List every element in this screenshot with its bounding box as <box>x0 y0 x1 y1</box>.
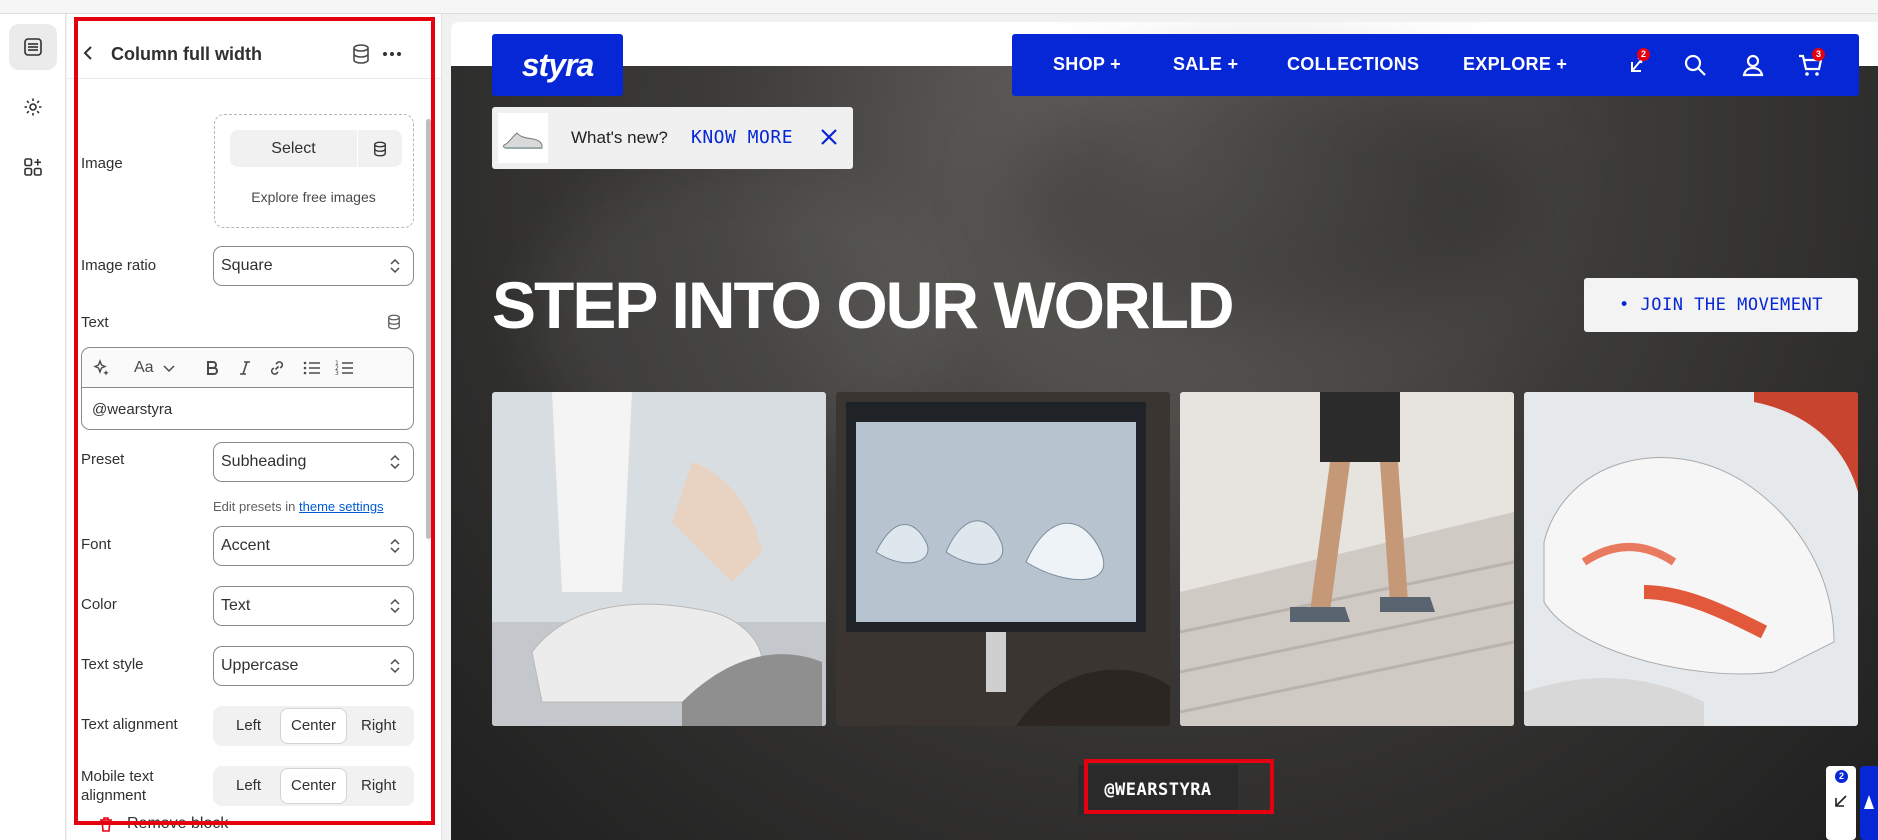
floating-compare-button[interactable]: 2 <box>1826 766 1856 840</box>
sections-icon[interactable] <box>9 24 57 70</box>
cart-count-badge: 3 <box>1812 48 1825 61</box>
arrow-up-icon <box>1864 795 1874 809</box>
panel-highlight-box <box>74 17 435 825</box>
whats-new-popup: What's new? KNOW MORE <box>492 107 853 169</box>
nav-explore[interactable]: EXPLORE + <box>1463 54 1567 75</box>
handle-highlight-box <box>1084 759 1274 814</box>
image-tile-running-stairs[interactable] <box>1180 392 1514 726</box>
browser-top-strip <box>0 0 1878 14</box>
compare-icon <box>1835 795 1847 807</box>
apps-icon[interactable] <box>9 144 57 190</box>
main-nav: SHOP + SALE + COLLECTIONS EXPLORE + 2 3 <box>1012 34 1859 96</box>
popup-shoe-thumbnail <box>498 113 548 163</box>
floating-compare-badge: 2 <box>1835 770 1848 783</box>
close-icon[interactable] <box>819 127 839 147</box>
compare-count-badge: 2 <box>1637 48 1650 61</box>
scroll-to-top-button[interactable] <box>1860 766 1878 840</box>
image-tile-design-screen[interactable] <box>836 392 1170 726</box>
join-movement-button[interactable]: • JOIN THE MOVEMENT <box>1584 278 1858 332</box>
image-tile-lacing-shoe[interactable] <box>492 392 826 726</box>
search-icon[interactable] <box>1681 51 1709 79</box>
account-icon[interactable] <box>1739 51 1767 79</box>
editor-rail <box>0 14 66 840</box>
popup-text: What's new? <box>571 128 668 147</box>
settings-icon[interactable] <box>9 84 57 130</box>
nav-sale[interactable]: SALE + <box>1173 54 1238 75</box>
store-preview: styra SHOP + SALE + COLLECTIONS EXPLORE … <box>451 22 1878 840</box>
logo-text: styra <box>521 46 594 83</box>
know-more-link[interactable]: KNOW MORE <box>691 127 793 148</box>
nav-shop[interactable]: SHOP + <box>1053 54 1121 75</box>
nav-collections[interactable]: COLLECTIONS <box>1287 54 1419 75</box>
hero-headline: STEP INTO OUR WORLD <box>492 268 1235 342</box>
store-logo[interactable]: styra <box>492 34 623 96</box>
image-tile-painted-shoe[interactable] <box>1524 392 1858 726</box>
